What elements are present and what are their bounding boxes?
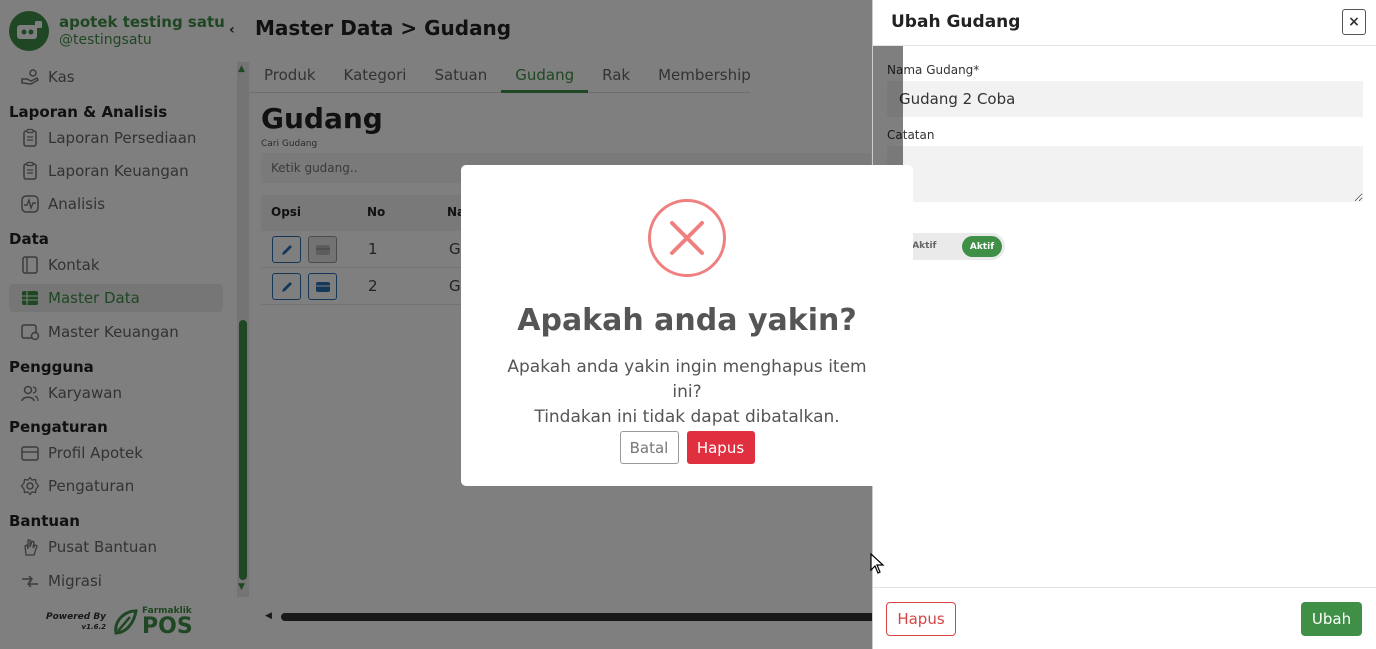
confirm-delete-dialog: Apakah anda yakin? Apakah anda yakin ing… xyxy=(461,165,913,486)
confirm-delete-button[interactable]: Hapus xyxy=(686,431,755,464)
drawer-title: Ubah Gudang xyxy=(891,12,1021,32)
drawer-footer: Hapus Ubah xyxy=(873,587,1376,649)
close-icon[interactable]: × xyxy=(1342,9,1366,35)
dialog-message-line-2: Tindakan ini tidak dapat dibatalkan. xyxy=(534,407,840,427)
dialog-title: Apakah anda yakin? xyxy=(517,303,857,338)
dialog-actions: Batal Hapus xyxy=(461,431,913,464)
warehouse-name-field[interactable] xyxy=(887,81,1363,117)
delete-button[interactable]: Hapus xyxy=(886,602,956,636)
toggle-active-option[interactable]: Aktif xyxy=(962,236,1002,257)
error-x-icon xyxy=(648,199,726,277)
save-button[interactable]: Ubah xyxy=(1301,602,1362,636)
edit-warehouse-drawer: Ubah Gudang × Nama Gudang* Catatan ? ak … xyxy=(872,0,1376,649)
drawer-header: Ubah Gudang × xyxy=(873,0,1376,46)
dialog-message-line-1: Apakah anda yakin ingin menghapus item i… xyxy=(507,357,867,402)
dialog-message: Apakah anda yakin ingin menghapus item i… xyxy=(491,355,883,430)
note-field[interactable] xyxy=(887,146,1363,202)
mouse-cursor-icon xyxy=(870,553,885,574)
cancel-button[interactable]: Batal xyxy=(619,431,679,464)
